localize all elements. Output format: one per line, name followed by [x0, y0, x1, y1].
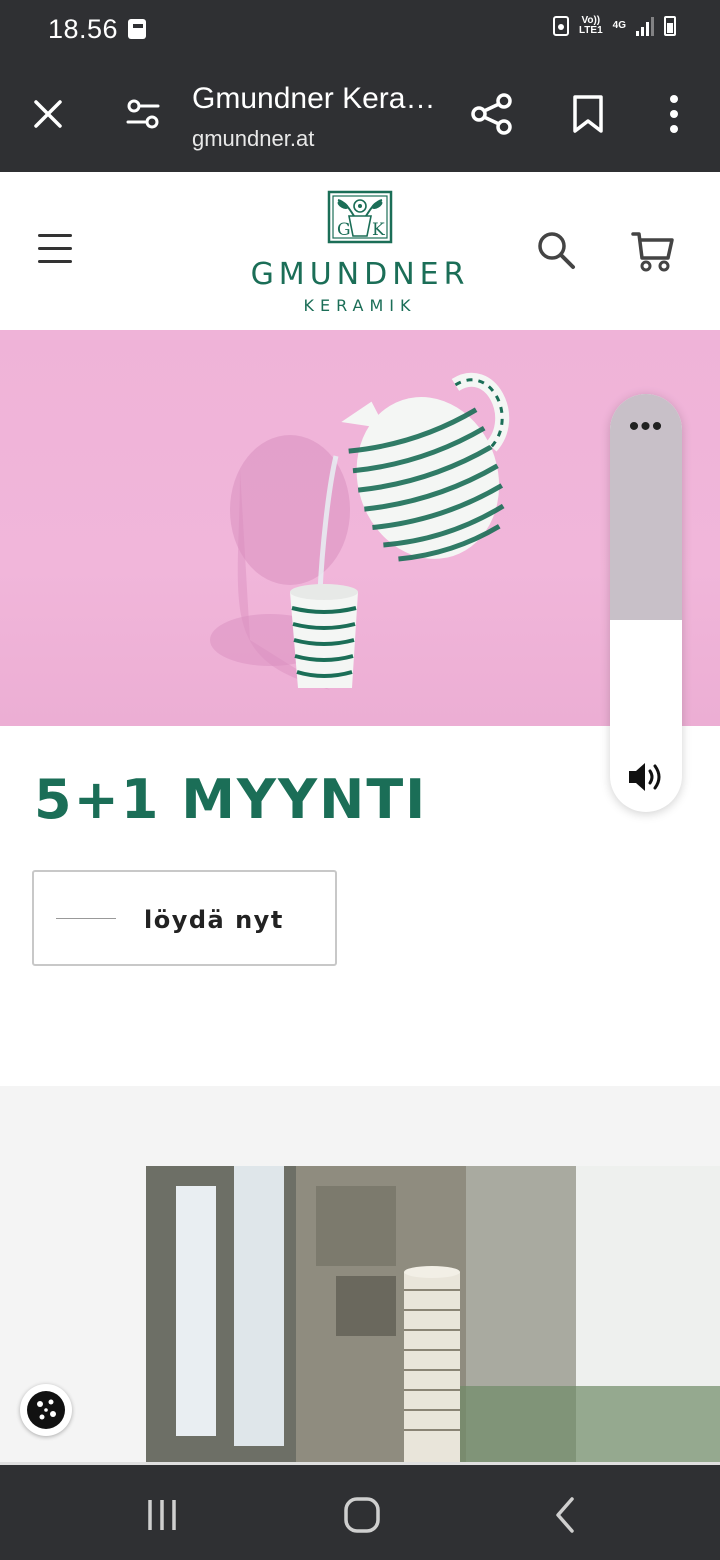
page-url: gmundner.at	[192, 126, 315, 151]
back-icon[interactable]	[548, 1495, 582, 1535]
flipboard-notification-icon	[128, 19, 146, 39]
promo-title: 5+1 MYYNTI	[34, 768, 428, 831]
logo-name: GMUNDNER	[250, 257, 470, 292]
logo-emblem-letter-k: K	[372, 220, 385, 240]
button-decorative-line	[56, 918, 116, 919]
status-bar: 18.56 Vo)) LTE1 4G	[0, 0, 720, 60]
logo-emblem-letter-g: G	[337, 220, 351, 240]
close-icon[interactable]	[28, 94, 68, 134]
battery-icon	[664, 16, 676, 36]
browser-toolbar: Gmundner Kera… gmundner.at	[0, 60, 720, 172]
logo-subtitle: KERAMIK	[303, 296, 417, 315]
search-icon[interactable]	[536, 230, 576, 270]
hamburger-menu-icon[interactable]	[38, 234, 74, 264]
site-logo[interactable]: G K GMUNDNER KERAMIK	[230, 190, 490, 320]
speaker-icon[interactable]	[626, 760, 666, 794]
logo-emblem: G K	[327, 190, 393, 244]
volte-indicator: Vo)) LTE1	[578, 15, 603, 36]
signal-strength-icon	[636, 16, 654, 36]
cart-icon[interactable]	[630, 228, 676, 274]
volume-panel[interactable]: •••	[610, 394, 682, 812]
room-vase-image[interactable]	[146, 1166, 720, 1466]
screen: 18.56 Vo)) LTE1 4G Gmundner Kera… gmundn…	[0, 0, 720, 1560]
cookie-settings-button[interactable]	[20, 1384, 72, 1436]
system-navigation-bar	[0, 1462, 720, 1560]
share-icon[interactable]	[470, 92, 514, 136]
discover-now-button[interactable]: löydä nyt	[32, 870, 337, 966]
site-header: G K GMUNDNER KERAMIK	[0, 172, 720, 330]
status-indicators: Vo)) LTE1 4G	[552, 15, 676, 36]
home-icon[interactable]	[342, 1495, 382, 1535]
status-time: 18.56	[48, 14, 119, 44]
vpn-lock-icon	[552, 16, 569, 36]
network-type-indicator: 4G	[612, 20, 626, 31]
cookie-icon	[27, 1391, 65, 1429]
discover-now-label: löydä nyt	[144, 906, 284, 934]
site-settings-icon[interactable]	[124, 96, 164, 132]
page-title: Gmundner Kera…	[192, 82, 436, 115]
more-options-icon[interactable]	[656, 94, 692, 134]
bookmark-icon[interactable]	[570, 94, 606, 134]
featured-section	[0, 1086, 720, 1466]
recent-apps-icon[interactable]	[144, 1497, 180, 1533]
volume-settings-icon[interactable]: •••	[610, 412, 682, 442]
